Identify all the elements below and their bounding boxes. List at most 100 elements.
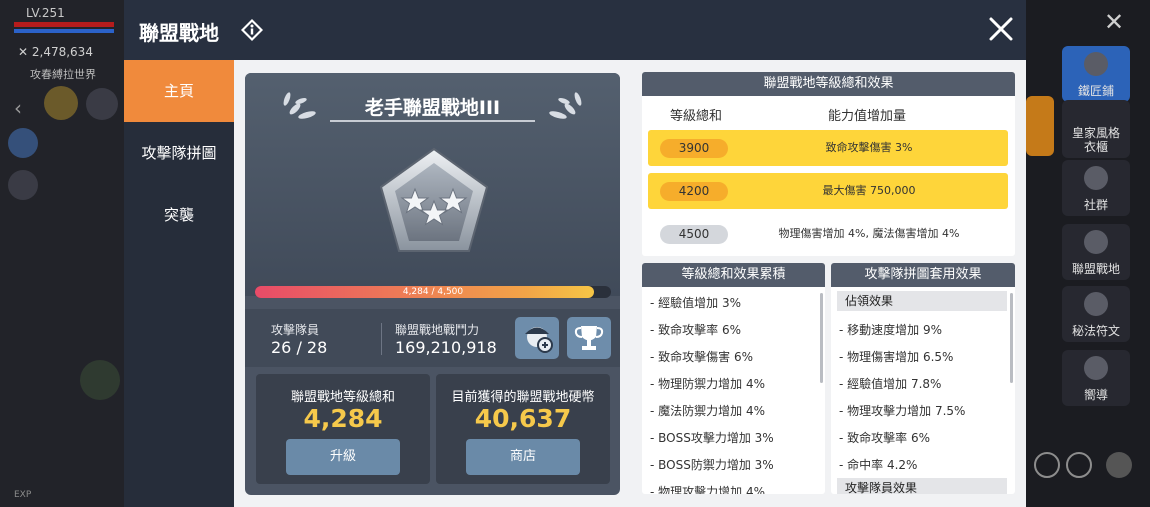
puzzle-effect-item: - 致命攻擊率 6% bbox=[839, 431, 930, 445]
puzzle-effect-item: - 移動速度增加 9% bbox=[839, 323, 942, 337]
stats-row: 攻擊隊員 26 / 28 聯盟戰地戰鬥力 169,210,918 bbox=[245, 309, 620, 367]
exp-label: EXP bbox=[14, 490, 32, 500]
menu-rune[interactable]: 秘法符文 bbox=[1062, 286, 1130, 342]
cumulative-item: - 物理防禦力增加 4% bbox=[650, 377, 765, 391]
player-level: LV.251 bbox=[26, 6, 65, 20]
level-effects-panel: 聯盟戰地等級總和效果 等級總和 能力值增加量 3900 致命攻擊傷害 3% 42… bbox=[642, 72, 1015, 256]
puzzle-effect-item: - 物理傷害增加 6.5% bbox=[839, 350, 954, 364]
quest-icon[interactable] bbox=[8, 128, 38, 158]
level-effect-text: 物理傷害增加 4%, 魔法傷害增加 4% bbox=[778, 227, 960, 240]
community-icon bbox=[1084, 166, 1108, 190]
menu-label: 聯盟戰地 bbox=[1071, 262, 1120, 276]
hp-bar bbox=[14, 22, 114, 27]
ranking-button[interactable] bbox=[567, 317, 611, 359]
cumulative-item: - BOSS防禦力增加 3% bbox=[650, 458, 774, 472]
combat-power-value: 2,478,634 bbox=[31, 45, 93, 59]
level-pill: 4200 bbox=[660, 182, 728, 201]
cumulative-title: 等級總和效果累積 bbox=[642, 263, 825, 287]
gear-icon[interactable] bbox=[1106, 452, 1132, 478]
level-total-value: 4,284 bbox=[303, 404, 383, 433]
menu-label: 秘法符文 bbox=[1071, 324, 1120, 338]
cumulative-item: - 物理攻擊力增加 4% bbox=[650, 485, 765, 494]
menu-label: 社群 bbox=[1083, 198, 1108, 212]
members-value: 26 / 28 bbox=[271, 338, 328, 357]
tab-home[interactable]: 主頁 bbox=[124, 60, 234, 122]
power-label: 聯盟戰地戰鬥力 bbox=[395, 323, 480, 337]
puzzle-effect-item: - 命中率 4.2% bbox=[839, 458, 918, 472]
rune-icon bbox=[1084, 292, 1108, 316]
title-divider bbox=[330, 120, 535, 122]
menu-wardrobe[interactable]: 皇家風格 衣櫃 bbox=[1062, 100, 1130, 158]
union-icon bbox=[1084, 230, 1108, 254]
character-icon bbox=[525, 327, 553, 353]
upgrade-button[interactable]: 升級 bbox=[286, 439, 400, 475]
menu-community[interactable]: 社群 bbox=[1062, 160, 1130, 216]
coin-label: 目前獲得的聯盟戰地硬幣 bbox=[451, 390, 595, 405]
game-hud-left: LV.251 ✕ 2,478,634 攻春縛拉世界 ‹ EXP bbox=[0, 0, 124, 507]
trophy-icon bbox=[574, 326, 604, 350]
occupation-effect-header: 佔領效果 bbox=[837, 291, 1007, 311]
menu-guide[interactable]: 嚮導 bbox=[1062, 350, 1130, 406]
cumulative-item: - 致命攻擊率 6% bbox=[650, 323, 741, 337]
menu-close-icon[interactable]: ✕ bbox=[1104, 8, 1124, 36]
member-effect-header: 攻擊隊員效果 bbox=[837, 478, 1007, 494]
level-pill: 4500 bbox=[660, 225, 728, 244]
cumulative-effects-panel[interactable]: 等級總和效果累積 - 經驗值增加 3% - 致命攻擊率 6% - 致命攻擊傷害 … bbox=[642, 263, 825, 494]
coin-box: 目前獲得的聯盟戰地硬幣 40,637 商店 bbox=[436, 374, 610, 484]
scrollbar[interactable] bbox=[1010, 293, 1013, 383]
shop-button[interactable]: 商店 bbox=[466, 439, 580, 475]
puzzle-effects-title: 攻擊隊拼圖套用效果 bbox=[831, 263, 1015, 287]
avatar[interactable] bbox=[44, 86, 78, 120]
joystick-icon[interactable] bbox=[80, 360, 120, 400]
rank-progress-bar: 4,284 / 4,500 bbox=[255, 286, 611, 298]
cumulative-item: - 經驗值增加 3% bbox=[650, 296, 741, 310]
scrollbar[interactable] bbox=[820, 293, 823, 383]
level-total-label: 聯盟戰地等級總和 bbox=[290, 390, 395, 405]
cumulative-item: - BOSS攻擊力增加 3% bbox=[650, 431, 774, 445]
union-window: 聯盟戰地 主頁 攻擊隊拼圖 突襲 老手聯盟戰地III 4,284 / 4,500… bbox=[124, 0, 1026, 507]
level-effect-text: 最大傷害 750,000 bbox=[822, 184, 916, 197]
anvil-icon bbox=[1084, 52, 1108, 76]
level-effect-text: 致命攻擊傷害 3% bbox=[825, 141, 913, 154]
menu-label: 嚮導 bbox=[1083, 388, 1108, 402]
rank-progress-text: 4,284 / 4,500 bbox=[402, 287, 464, 297]
col-effect-header: 能力值增加量 bbox=[828, 109, 907, 124]
rank-star-badge-icon bbox=[379, 147, 489, 252]
stats-divider bbox=[381, 323, 382, 355]
tab-raid[interactable]: 突襲 bbox=[124, 184, 234, 246]
level-effect-row: 4200 最大傷害 750,000 bbox=[648, 173, 1008, 209]
back-arrow-icon[interactable]: ‹ bbox=[14, 96, 22, 120]
puzzle-effect-item: - 物理攻擊力增加 7.5% bbox=[839, 404, 966, 418]
power-value: 169,210,918 bbox=[395, 338, 497, 357]
level-effect-row: 3900 致命攻擊傷害 3% bbox=[648, 130, 1008, 166]
settings-small-icon[interactable] bbox=[1034, 452, 1060, 478]
skill-icon[interactable] bbox=[86, 88, 118, 120]
auto-icon[interactable] bbox=[1066, 452, 1092, 478]
menu-anvil[interactable]: 鐵匠鋪 bbox=[1062, 46, 1130, 102]
window-title: 聯盟戰地 bbox=[139, 21, 219, 45]
sidebar: 主頁 攻擊隊拼圖 突襲 bbox=[124, 60, 234, 507]
rank-title: 老手聯盟戰地III bbox=[364, 97, 501, 119]
guide-icon bbox=[1084, 356, 1108, 380]
menu-union[interactable]: 聯盟戰地 bbox=[1062, 224, 1130, 280]
close-icon[interactable] bbox=[986, 14, 1016, 44]
cumulative-item: - 致命攻擊傷害 6% bbox=[650, 350, 753, 364]
mount-icon[interactable] bbox=[8, 170, 38, 200]
mp-bar bbox=[14, 29, 114, 33]
tab-squad-puzzle[interactable]: 攻擊隊拼圖 bbox=[124, 122, 234, 184]
menu-side-tab[interactable] bbox=[1026, 96, 1054, 156]
character-button[interactable] bbox=[515, 317, 559, 359]
coin-value: 40,637 bbox=[474, 404, 572, 433]
location-text: 攻春縛拉世界 bbox=[30, 68, 96, 81]
puzzle-effects-panel[interactable]: 攻擊隊拼圖套用效果 佔領效果 - 移動速度增加 9% - 物理傷害增加 6.5%… bbox=[831, 263, 1015, 494]
combat-power: ✕ 2,478,634 bbox=[18, 45, 93, 59]
col-level-header: 等級總和 bbox=[670, 109, 723, 124]
info-diamond-icon[interactable] bbox=[240, 18, 264, 42]
level-total-box: 聯盟戰地等級總和 4,284 升級 bbox=[256, 374, 430, 484]
members-label: 攻擊隊員 bbox=[271, 323, 320, 337]
content-area: 老手聯盟戰地III 4,284 / 4,500 攻擊隊員 26 / 28 聯盟戰… bbox=[234, 60, 1026, 507]
level-pill: 3900 bbox=[660, 139, 728, 158]
window-titlebar: 聯盟戰地 bbox=[124, 0, 1026, 60]
menu-label: 鐵匠鋪 bbox=[1077, 84, 1114, 98]
menu-label: 皇家風格 衣櫃 bbox=[1071, 126, 1120, 154]
